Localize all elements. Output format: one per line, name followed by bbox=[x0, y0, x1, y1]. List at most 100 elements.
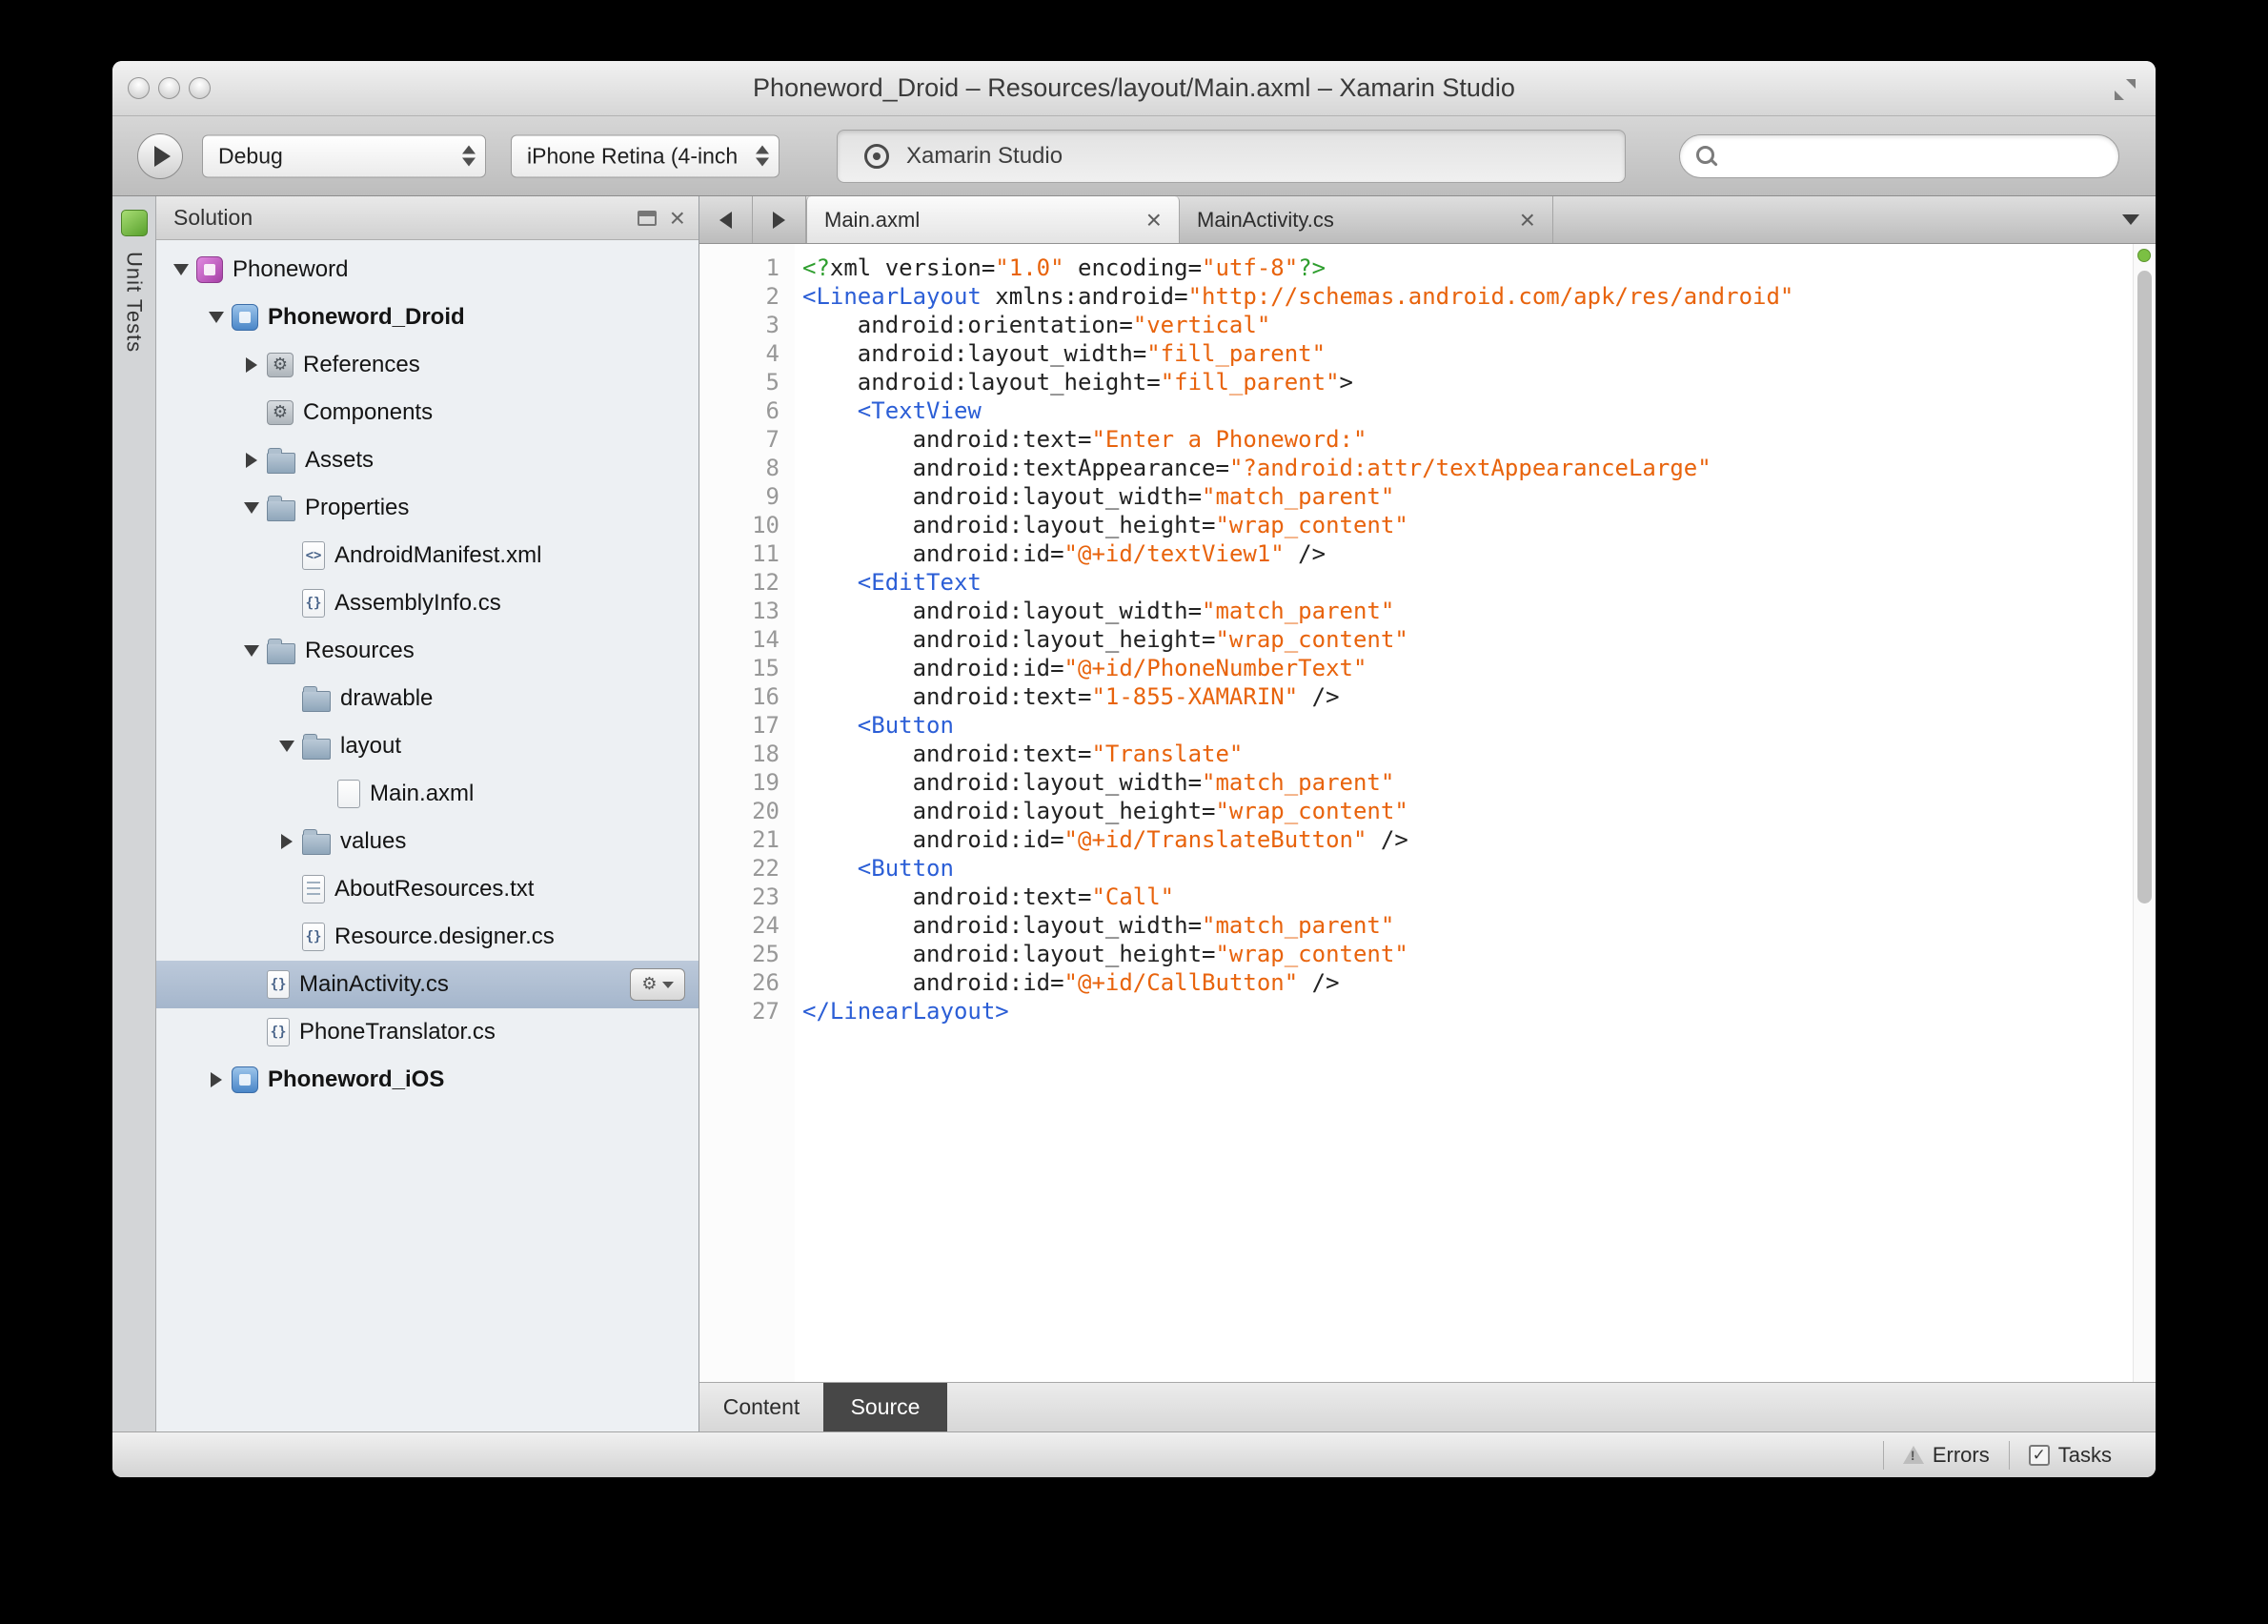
tree-item-label: Phoneword bbox=[233, 256, 349, 282]
fullscreen-icon[interactable] bbox=[2114, 78, 2136, 101]
line-number: 23 bbox=[752, 883, 780, 910]
desktop-background: Phoneword_Droid – Resources/layout/Main.… bbox=[0, 0, 2268, 1624]
code-line: android:id="@+id/textView1" /> bbox=[802, 539, 2127, 568]
code-line: android:text="1-855-XAMARIN" /> bbox=[802, 682, 2127, 711]
expand-icon[interactable] bbox=[236, 453, 267, 468]
collapse-icon[interactable] bbox=[201, 312, 232, 323]
code-token: <TextView bbox=[857, 397, 982, 424]
tab-mainactivity-cs[interactable]: MainActivity.cs × bbox=[1180, 196, 1553, 243]
folder-icon bbox=[302, 733, 331, 760]
tree-item-phoneword[interactable]: Phoneword bbox=[156, 246, 699, 294]
tree-item-values[interactable]: values bbox=[156, 818, 699, 865]
code-token: android:orientation= bbox=[802, 312, 1133, 338]
navigate-forward-button[interactable] bbox=[753, 196, 806, 243]
line-number: 9 bbox=[765, 483, 780, 510]
file-cs-icon: {} bbox=[302, 589, 325, 618]
xamarin-studio-window: Phoneword_Droid – Resources/layout/Main.… bbox=[112, 61, 2156, 1477]
expand-icon[interactable] bbox=[201, 1072, 232, 1087]
icon-glyph: ⚙ bbox=[272, 402, 289, 422]
tree-item-properties[interactable]: Properties bbox=[156, 484, 699, 532]
line-number: 22 bbox=[752, 855, 780, 882]
tree-item-label: AboutResources.txt bbox=[334, 876, 535, 902]
gear-icon: ⚙ bbox=[641, 974, 658, 994]
expand-icon[interactable] bbox=[236, 357, 267, 373]
tree-item-resources[interactable]: Resources bbox=[156, 627, 699, 675]
tree-item-aboutresources-txt[interactable]: AboutResources.txt bbox=[156, 865, 699, 913]
code-line: <Button bbox=[802, 711, 2127, 740]
line-number: 21 bbox=[752, 826, 780, 853]
tree-item-layout[interactable]: layout bbox=[156, 722, 699, 770]
code-line: android:id="@+id/CallButton" /> bbox=[802, 968, 2127, 997]
line-number: 6 bbox=[765, 397, 780, 424]
code-token: "?android:attr/textAppearanceLarge" bbox=[1228, 455, 1711, 481]
search-input[interactable] bbox=[1728, 143, 2118, 169]
tree-item-phonetranslator-cs[interactable]: {} PhoneTranslator.cs bbox=[156, 1008, 699, 1056]
code-token: android:layout_height= bbox=[802, 941, 1216, 967]
tree-item-phoneword-ios[interactable]: Phoneword_iOS bbox=[156, 1056, 699, 1104]
editor-scrollbar[interactable] bbox=[2133, 244, 2156, 1382]
scrollbar-thumb[interactable] bbox=[2137, 271, 2152, 903]
code-token: "http://schemas.android.com/apk/res/andr… bbox=[1187, 283, 1794, 310]
line-number: 17 bbox=[752, 712, 780, 739]
code-editor[interactable]: 1 2 3 4 5 6 7 8 9 10 11 12 13 14 15 16 17 18 19 20 21 22 23 24 2… bbox=[699, 244, 2156, 1382]
tree-item-label: drawable bbox=[340, 685, 434, 711]
line-number: 16 bbox=[752, 683, 780, 710]
close-tab-icon[interactable]: × bbox=[1146, 206, 1162, 233]
expand-icon[interactable] bbox=[272, 834, 302, 849]
view-tab-content[interactable]: Content bbox=[699, 1383, 823, 1431]
tree-item-label: AssemblyInfo.cs bbox=[334, 590, 501, 616]
code-token: "@+id/TranslateButton" bbox=[1063, 826, 1367, 853]
close-tab-icon[interactable]: × bbox=[1520, 206, 1535, 233]
run-button[interactable] bbox=[137, 132, 183, 179]
line-number: 5 bbox=[765, 369, 780, 396]
dock-pad-icon[interactable] bbox=[637, 210, 657, 226]
search-box[interactable] bbox=[1679, 133, 2119, 178]
chevron-down-icon bbox=[661, 981, 674, 988]
tab-main-axml[interactable]: Main.axml × bbox=[806, 196, 1180, 243]
tab-list-button[interactable] bbox=[2106, 196, 2156, 243]
window-controls bbox=[128, 61, 211, 115]
navigate-back-button[interactable] bbox=[699, 196, 753, 243]
tasks-label: Tasks bbox=[2057, 1442, 2112, 1467]
code-line: android:layout_width="match_parent" bbox=[802, 768, 2127, 797]
errors-button[interactable]: Errors bbox=[1884, 1432, 2009, 1477]
close-pad-icon[interactable]: × bbox=[670, 204, 685, 232]
tree-item-references[interactable]: ⚙ References bbox=[156, 341, 699, 389]
tree-item-phoneword-droid[interactable]: Phoneword_Droid bbox=[156, 294, 699, 341]
file-cs-icon: {} bbox=[267, 1018, 290, 1046]
status-dot-icon bbox=[2137, 249, 2151, 262]
item-options-button[interactable]: ⚙ bbox=[630, 968, 685, 1001]
code-token: android:text= bbox=[802, 426, 1092, 453]
view-tab-source[interactable]: Source bbox=[823, 1383, 947, 1431]
code-token: android:text= bbox=[802, 683, 1092, 710]
tree-item-label: Resources bbox=[305, 638, 415, 663]
configuration-dropdown[interactable]: Debug bbox=[202, 134, 486, 177]
unit-tests-dock-strip[interactable]: Unit Tests bbox=[112, 196, 156, 1431]
code-token: "Enter a Phoneword:" bbox=[1091, 426, 1367, 453]
tree-item-components[interactable]: ⚙ Components bbox=[156, 389, 699, 436]
folder-icon bbox=[267, 447, 295, 474]
tree-item-resource-designer-cs[interactable]: {} Resource.designer.cs bbox=[156, 913, 699, 961]
tree-item-assemblyinfo-cs[interactable]: {} AssemblyInfo.cs bbox=[156, 579, 699, 627]
code-token: "match_parent" bbox=[1202, 483, 1395, 510]
references-icon: ⚙ bbox=[267, 353, 294, 377]
close-window-button[interactable] bbox=[128, 77, 150, 99]
minimize-window-button[interactable] bbox=[158, 77, 180, 99]
collapse-icon[interactable] bbox=[236, 502, 267, 514]
code-token: <EditText bbox=[857, 569, 982, 596]
tasks-button[interactable]: ✓ Tasks bbox=[2010, 1432, 2131, 1477]
code-lines[interactable]: <?xml version="1.0" encoding="utf-8"?> <L… bbox=[795, 244, 2156, 1382]
tree-item-assets[interactable]: Assets bbox=[156, 436, 699, 484]
collapse-icon[interactable] bbox=[236, 645, 267, 657]
zoom-window-button[interactable] bbox=[189, 77, 211, 99]
tree-item-main-axml[interactable]: Main.axml bbox=[156, 770, 699, 818]
device-dropdown[interactable]: iPhone Retina (4-inch bbox=[511, 134, 780, 177]
tree-item-label: Phoneword_Droid bbox=[268, 304, 465, 330]
tree-item-drawable[interactable]: drawable bbox=[156, 675, 699, 722]
tree-item-mainactivity-cs[interactable]: {} MainActivity.cs ⚙ bbox=[156, 961, 699, 1008]
collapse-icon[interactable] bbox=[272, 741, 302, 752]
code-token: android:layout_height= bbox=[802, 626, 1216, 653]
tree-item-androidmanifest-xml[interactable]: <> AndroidManifest.xml bbox=[156, 532, 699, 579]
collapse-icon[interactable] bbox=[166, 264, 196, 275]
